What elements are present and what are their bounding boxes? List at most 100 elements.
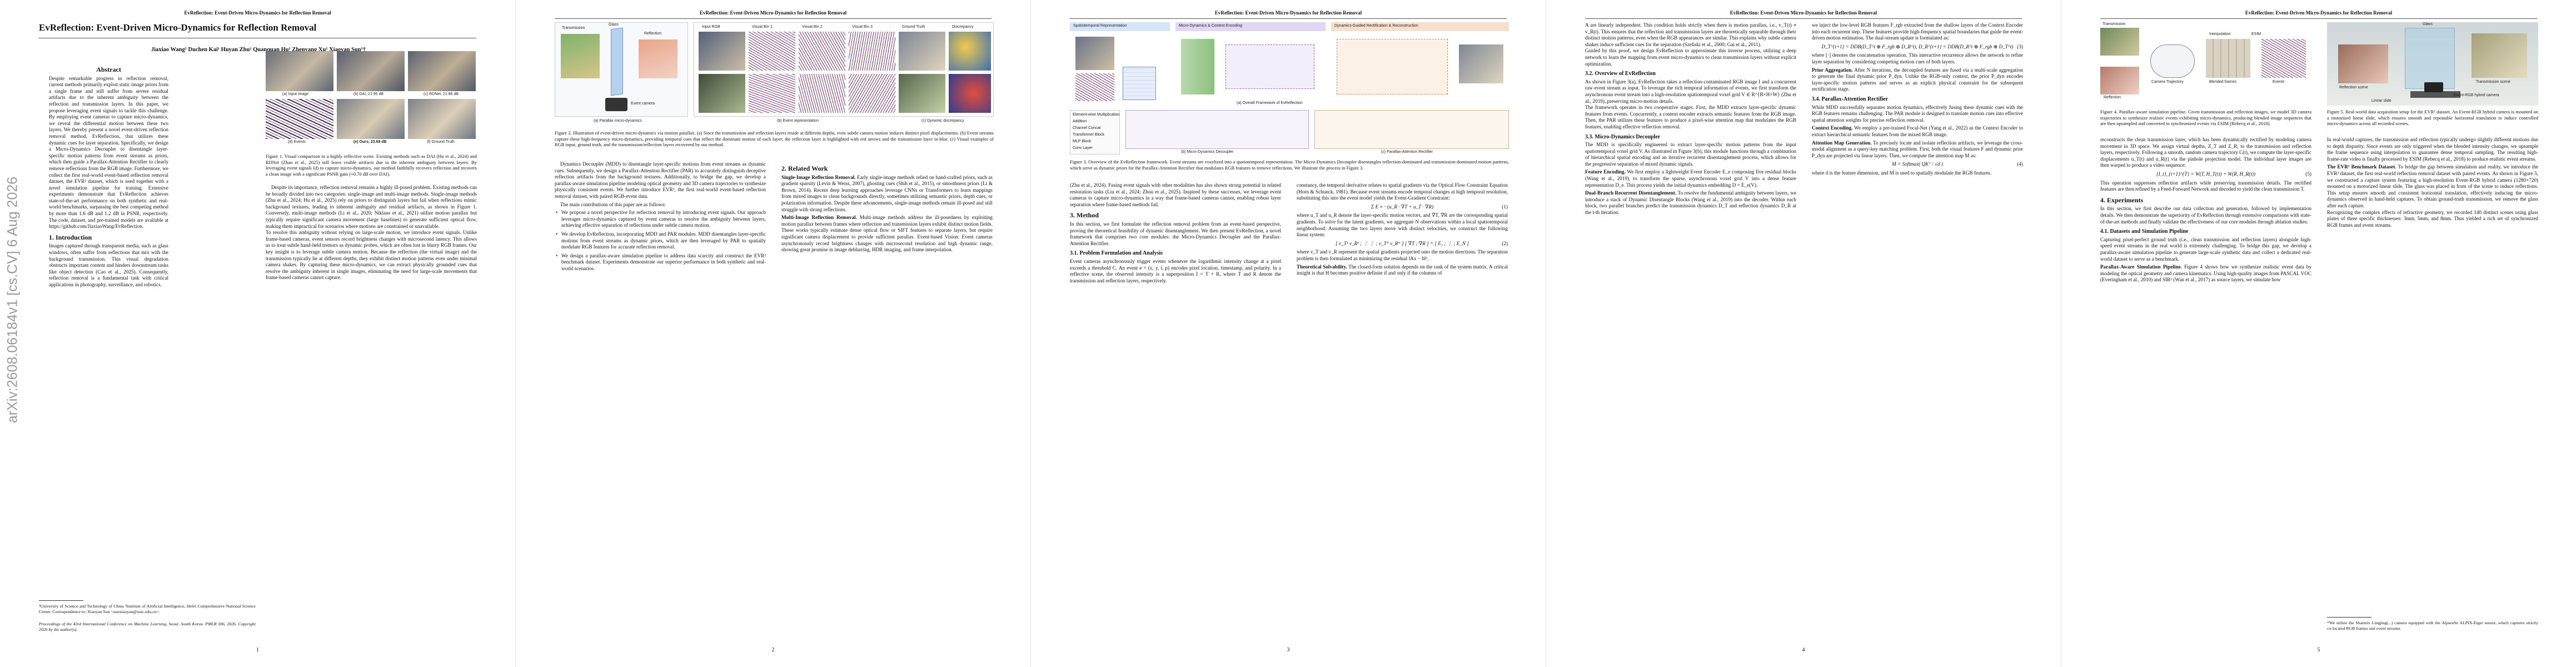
fig4-label-esim: ESIM <box>2251 32 2261 36</box>
equation-1-body: Σ E ≈ −(u_R · ∇T + u_T · ∇R) <box>1371 203 1434 210</box>
fig4-label-events: Events <box>2273 80 2285 84</box>
fig4-label-trajectory: Camera Trajectory <box>2151 80 2184 84</box>
equation-2-number: (2) <box>1502 240 1508 246</box>
sub34-text: While MDD successfully separates motion … <box>1812 104 2023 123</box>
page1-right-column: Despite its importance, reflection remov… <box>266 185 477 283</box>
fig3-legend-conv: Conv Layer <box>1073 146 1093 150</box>
fig3-event-input <box>1075 73 1114 101</box>
paper-title: EvReflection: Event-Driven Micro-Dynamic… <box>39 22 317 33</box>
fig3-legend-mul: Element-wise Multiplication <box>1073 113 1120 117</box>
dual-heading: Dual-Branch Recurrent Disentanglement. <box>1585 190 1677 196</box>
figure-2-caption: Figure 2. Illustration of event-driven m… <box>555 130 994 147</box>
fig1-label-d: (d) Events <box>288 140 306 144</box>
fig2-bin1-2 <box>749 74 795 113</box>
page5-right-column: In real-world captures, the transmission… <box>2327 137 2538 230</box>
fig4-trajectory <box>2150 44 2195 78</box>
fig2-bin3-1 <box>849 32 895 71</box>
abstract-text: Despite remarkable progress in reflectio… <box>49 75 168 230</box>
fig2-disc-2 <box>949 74 991 113</box>
equation-4-body: M = Softmax( QKᵀ / √d ) <box>1892 161 1943 167</box>
fig3-mdd-detail <box>1125 110 1309 149</box>
fig3-output <box>1459 44 1503 83</box>
fig2-col-input: Input RGB <box>702 25 720 29</box>
sub33-text: The MDD is specifically engineered to ex… <box>1585 142 1796 167</box>
running-head: EvReflection: Event-Driven Micro-Dynamic… <box>1214 10 1362 16</box>
page-1: arXiv:2608.06184v1 [cs.CV] 6 Aug 2026 Ev… <box>0 0 515 667</box>
figure-1-caption: Figure 1. Visual comparison in a highly … <box>266 153 477 177</box>
fig2-col-bin3: Visual Bin 3 <box>852 25 873 29</box>
fig5-label-glass: Glass <box>2423 22 2433 26</box>
evr-heading: The EVR² Benchmark Dataset. <box>2327 164 2396 170</box>
arxiv-stamp[interactable]: arXiv:2608.06184v1 [cs.CV] 6 Aug 2026 <box>4 145 21 456</box>
fig4-events <box>2261 39 2306 78</box>
equation-4-number: (4) <box>2017 161 2023 167</box>
equation-3-body: D_T^{t+1} = DDB(D_T^t ⊕ F_rgb ⊕ D_R^t), … <box>1821 43 2014 49</box>
fig2-bin1-1 <box>749 32 795 71</box>
header-rule <box>555 18 991 19</box>
fig5-label-slide: Linear slide <box>2371 99 2391 103</box>
fig1-label-b: (b) DAI, 21.95 dB <box>353 92 384 96</box>
sub32-text: As shown in Figure 3(a), EvReflection ta… <box>1585 78 1796 130</box>
fig1-ground-truth <box>408 99 476 139</box>
page2-left-column: Dynamics Decoupler (MDD) to disentangle … <box>555 161 766 275</box>
fig2-sub-c: (c) Dynamic discrepancy <box>921 119 964 123</box>
page3-left-text: (Zhu et al., 2024). Fusing event signals… <box>1070 182 1281 207</box>
header-rule <box>1585 18 2022 19</box>
fig3-legend-add: Addition <box>1073 120 1087 123</box>
figure-4: Transmission Reflection Camera Trajector… <box>2100 22 2311 106</box>
intro-text: Images captured through transparent medi… <box>49 243 168 287</box>
fig2-col-bin2: Visual Bin 2 <box>802 25 823 29</box>
page5-left-text: reconstructs the clean transmission laye… <box>2100 137 2311 168</box>
fig2-event-camera <box>605 98 627 111</box>
page3-right-text-c: where v_T and v_R represent the spatial … <box>1297 249 1508 261</box>
sub41-heading: 4.1. Datasets and Simulation Pipeline <box>2100 228 2189 235</box>
sub32-heading: 3.2. Overview of EvReflection <box>1585 71 1656 77</box>
fig4-label-interp: Interpolation <box>2209 32 2231 36</box>
page-number-1: 1 <box>256 647 259 653</box>
equation-5-body: {I_t}_{t=1}^{T} = W(T, H_T(t)) + W(R, H_… <box>2156 171 2256 177</box>
figure-5-caption: Figure 5. Real-world data acquisition se… <box>2327 109 2538 126</box>
ctx-heading: Context Encoding. <box>1812 125 1853 131</box>
page4-right-column: we inject the low-level RGB features F_r… <box>1812 22 2023 178</box>
experiments-intro: In this section, we first describe our d… <box>2100 206 2311 225</box>
page3-right-column: constancy, the temporal derivative relat… <box>1297 182 1508 278</box>
fig3-legend-transformer: Transformer Block <box>1073 133 1104 137</box>
eq4-after: where d is the feature dimension, and M … <box>1812 170 1992 176</box>
equation-4: M = Softmax( QKᵀ / √d ) (4) <box>1812 161 2023 168</box>
running-head: EvReflection: Event-Driven Micro-Dynamic… <box>1730 10 1877 16</box>
fig1-label-a: (a) Input image <box>282 92 309 96</box>
page-number-5: 5 <box>2317 647 2320 653</box>
page5-left-text-b: This operation suppresses reflection art… <box>2100 180 2311 192</box>
fig3-stage-2: Micro-Dynamics & Context Encoding <box>1175 22 1326 31</box>
page-number-3: 3 <box>1287 647 1290 653</box>
running-head: EvReflection: Event-Driven Micro-Dynamic… <box>184 10 331 16</box>
related-multi-heading: Multi-Image Reflection Removal. <box>781 215 857 221</box>
fig5-glass <box>2405 28 2455 89</box>
fig5-transmission-scene <box>2472 33 2527 78</box>
fig2-gt-2 <box>899 74 945 113</box>
fig2-input-2 <box>699 74 745 113</box>
prior-heading: Prior Aggregation. <box>1812 67 1853 73</box>
fig2-transmission-scene <box>561 34 600 78</box>
fig1-label-f: (f) Ground Truth <box>427 140 455 144</box>
running-head: EvReflection: Event-Driven Micro-Dynamic… <box>699 10 847 16</box>
fig2-bin2-2 <box>799 74 845 113</box>
abstract-column: Abstract Despite remarkable progress in … <box>49 62 168 290</box>
fig2-sub-b: (b) Event representation <box>777 119 819 123</box>
fig2-col-discrepancy: Discrepancy <box>952 25 974 29</box>
fig1-input-image <box>266 51 333 91</box>
sub33-heading: 3.3. Micro-Dynamics Decoupler <box>1585 133 1661 140</box>
fig2-bin2-1 <box>799 32 845 71</box>
related-multi-text: Multi-image methods address the ill-pose… <box>781 215 993 253</box>
fig3-stage-3: Dynamics-Guided Rectification & Reconstr… <box>1331 22 1509 31</box>
equation-5-number: (5) <box>2305 171 2311 177</box>
page-2: EvReflection: Event-Driven Micro-Dynamic… <box>515 0 1030 667</box>
contribution-1: We propose a novel perspective for refle… <box>555 210 766 229</box>
contrib-intro: The main contributions of this paper are… <box>560 201 666 207</box>
equation-1: Σ E ≈ −(u_R · ∇T + u_T · ∇R) (1) <box>1297 204 1508 211</box>
abstract-heading: Abstract <box>96 66 121 73</box>
fig2-label-reflection: Reflection <box>644 32 662 36</box>
related-single-heading: Single-Image Reflection Removal. <box>781 174 856 180</box>
page4-left-text: A are linearly independent. This conditi… <box>1585 22 1796 67</box>
camera-footnote: *We utilize the Sharmix Lingjing(...) ca… <box>2327 620 2538 631</box>
